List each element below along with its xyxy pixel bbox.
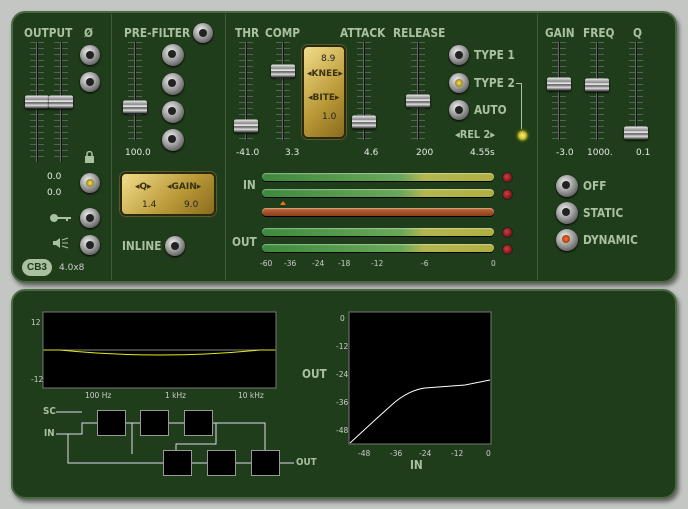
fader-track xyxy=(558,42,560,140)
fader-cap[interactable] xyxy=(49,95,73,109)
detector-block[interactable] xyxy=(140,410,169,436)
fader-cap[interactable] xyxy=(352,115,376,129)
eq-x-label: 1 kHz xyxy=(165,391,187,400)
fader-cap[interactable] xyxy=(123,100,147,114)
compressor-block[interactable] xyxy=(251,450,280,476)
eq-y-label: -12 xyxy=(31,375,44,384)
transfer-curve-graph xyxy=(348,311,492,445)
fader-track xyxy=(134,42,136,140)
transfer-x-label: -36 xyxy=(390,449,403,458)
transfer-y-label: -24 xyxy=(336,370,349,379)
eq-detector-block[interactable] xyxy=(184,410,213,436)
transfer-y-label: -12 xyxy=(336,342,349,351)
sidechain-filter-block[interactable] xyxy=(97,410,126,436)
fader-track xyxy=(635,42,637,140)
eq-response-graph xyxy=(42,311,277,389)
transfer-y-label: 0 xyxy=(340,314,345,323)
transfer-y-label: -36 xyxy=(336,398,349,407)
filter-block[interactable] xyxy=(207,450,236,476)
fader-cap[interactable] xyxy=(25,95,49,109)
transfer-x-label: -12 xyxy=(451,449,464,458)
fader-cap[interactable] xyxy=(585,78,609,92)
transfer-y-label: -48 xyxy=(336,426,349,435)
eq-y-label: 12 xyxy=(31,318,41,327)
out-label: OUT xyxy=(296,457,317,468)
fader-cap[interactable] xyxy=(271,64,295,78)
fader-track xyxy=(282,42,284,140)
eq-x-label: 10 kHz xyxy=(238,391,264,400)
transfer-x-label: 0 xyxy=(486,449,491,458)
fader-cap[interactable] xyxy=(547,77,571,91)
in-label: IN xyxy=(44,428,55,439)
transfer-x-label: -48 xyxy=(358,449,371,458)
fader-cap[interactable] xyxy=(234,119,258,133)
eq-block[interactable] xyxy=(163,450,192,476)
sc-label: SC xyxy=(43,406,56,417)
transfer-x-label: -24 xyxy=(419,449,432,458)
fader-track xyxy=(417,42,419,140)
transfer-out-label: OUT xyxy=(302,367,327,381)
transfer-in-label: IN xyxy=(410,458,423,472)
eq-x-label: 100 Hz xyxy=(85,391,112,400)
fader-cap[interactable] xyxy=(406,94,430,108)
fader-cap[interactable] xyxy=(624,126,648,140)
